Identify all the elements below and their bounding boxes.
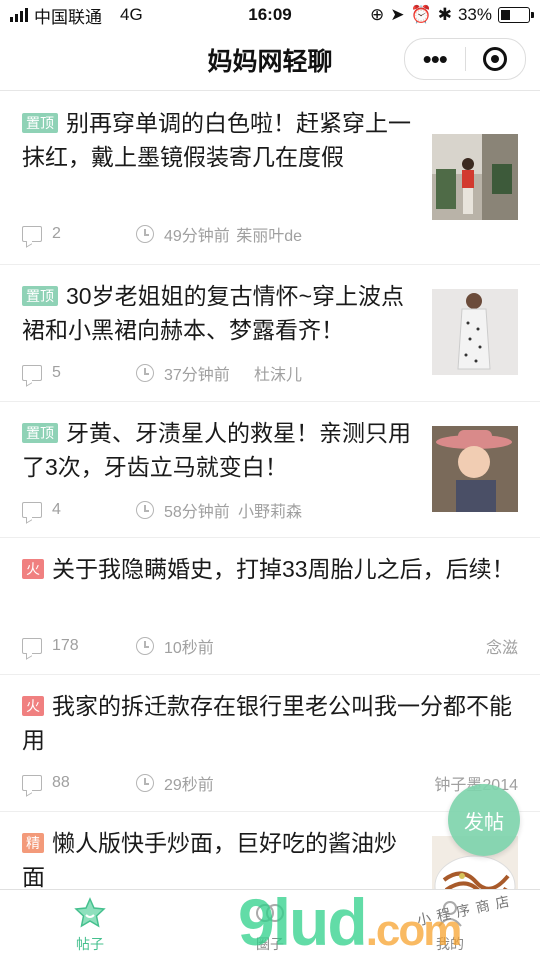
featured-badge: 精 [22,833,44,853]
post-time: 29秒前 [164,777,214,794]
network-label: 4G [120,5,143,24]
post-author: 念滋 [485,640,518,657]
tab-bar: 帖子 圈子 我的 [0,889,540,960]
post-author: 小野莉森 [237,504,302,521]
lock-rotation-icon: ⊕ [370,5,385,24]
list-item[interactable]: 火我家的拆迁款存在银行里老公叫我一分都不能用 88 29秒前 钟子墨2014 [0,675,540,812]
star-icon [74,897,106,928]
comment-icon [22,365,42,381]
miniprogram-capsule: ••• [404,38,526,80]
page-title: 妈妈网轻聊 [207,48,333,76]
tab-label: 我的 [436,936,464,952]
post-meta: 2 49分钟前 茱丽叶de [22,214,518,254]
battery-icon [498,7,534,23]
clock-icon [136,637,154,655]
clock-icon [136,225,154,243]
post-thumbnail [432,134,518,220]
comment-count: 88 [52,774,70,791]
clock-icon [136,774,154,792]
tab-label: 帖子 [76,936,104,952]
post-title: 火我家的拆迁款存在银行里老公叫我一分都不能用 [22,693,512,753]
post-meta: 88 29秒前 钟子墨2014 [22,763,518,803]
hot-badge: 火 [22,696,44,716]
post-meta: 178 10秒前 念滋 [22,626,518,666]
post-thumbnail [432,426,518,512]
pinned-badge: 置顶 [22,113,58,133]
bluetooth-icon: ✱ [437,5,452,24]
location-icon: ➤ [390,5,405,24]
comment-count: 4 [52,501,61,518]
signal-icon [10,8,28,22]
close-miniprogram-button[interactable] [466,47,526,71]
list-item[interactable]: 置顶 牙黄、牙渍星人的救星！亲测只用了3次，牙齿立马就变白！ 4 58分钟前 小野… [0,402,540,538]
post-time: 37分钟前 [164,367,230,384]
pinned-badge: 置顶 [22,423,58,443]
post-thumbnail [432,289,518,375]
tab-profile[interactable]: 我的 [360,890,540,960]
post-time: 10秒前 [164,640,214,657]
hot-badge: 火 [22,559,44,579]
comment-icon [22,502,42,518]
more-button[interactable]: ••• [405,46,465,72]
new-post-button[interactable]: 发帖 [448,784,520,856]
post-author: 茱丽叶de [236,228,302,245]
battery-percent: 33% [457,5,492,24]
alarm-icon: ⏰ [410,5,432,24]
list-item[interactable]: 火关于我隐瞒婚史，打掉33周胎儿之后，后续！ 178 10秒前 念滋 [0,538,540,675]
navigation-bar: 妈妈网轻聊 ••• [0,30,540,91]
comment-icon [22,226,42,242]
pinned-badge: 置顶 [22,286,58,306]
comment-count: 5 [52,364,61,381]
circles-icon [256,904,284,922]
status-bar: 中国联通 4G 16:09 ⊕ ➤ ⏰ ✱ 33% [0,0,540,30]
carrier-label: 中国联通 [34,7,102,27]
comment-count: 178 [52,637,79,654]
post-time: 58分钟前 [164,504,230,521]
tab-circles[interactable]: 圈子 [180,890,360,960]
target-icon [483,47,508,71]
post-list[interactable]: 置顶 别再穿单调的白色啦！赶紧穿上一抹红，戴上墨镜假装寄几在度假 2 49分钟前 … [0,92,540,890]
post-time: 49分钟前 [164,228,230,245]
comment-icon [22,638,42,654]
clock-icon [136,501,154,519]
list-item[interactable]: 置顶 30岁老姐姐的复古情怀~穿上波点裙和小黑裙向赫本、梦露看齐！ 5 37分钟前… [0,265,540,402]
post-author: 杜沫儿 [253,367,302,384]
tab-label: 圈子 [256,936,284,952]
user-icon [438,901,462,927]
comment-icon [22,775,42,791]
list-item[interactable]: 置顶 别再穿单调的白色啦！赶紧穿上一抹红，戴上墨镜假装寄几在度假 2 49分钟前 … [0,92,540,265]
clock-icon [136,364,154,382]
post-title: 火关于我隐瞒婚史，打掉33周胎儿之后，后续！ [22,552,518,586]
tab-posts[interactable]: 帖子 [0,890,180,960]
comment-count: 2 [52,225,61,242]
